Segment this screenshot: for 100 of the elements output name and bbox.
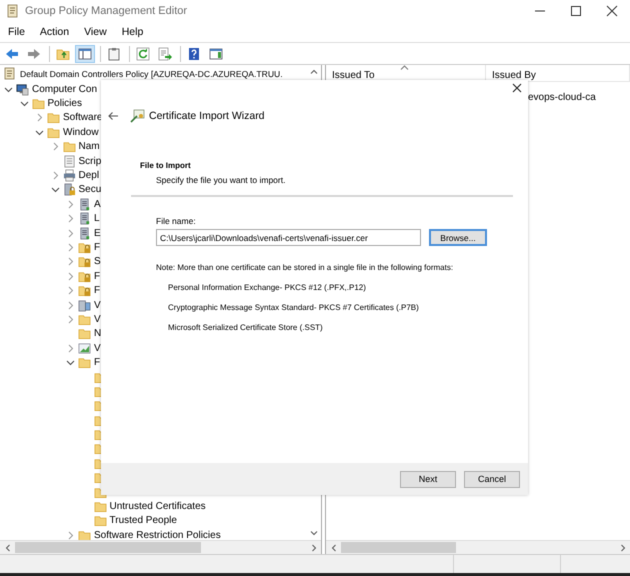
tree-item[interactable]: V	[94, 314, 101, 325]
dialog-title: Certificate Import Wizard	[149, 110, 265, 122]
printer-icon	[62, 169, 76, 182]
folder-icon	[78, 327, 91, 340]
folder-icon	[78, 356, 91, 370]
chevron-down-icon[interactable]	[4, 84, 13, 94]
chevron-right-icon[interactable]	[66, 286, 75, 296]
document-icon	[62, 154, 76, 168]
tree-item[interactable]: F	[94, 285, 100, 296]
tree-item[interactable]: Untrusted Certificates	[110, 501, 206, 512]
chevron-right-icon[interactable]	[66, 200, 75, 209]
tree-item[interactable]: A	[94, 198, 101, 210]
chevron-right-icon[interactable]	[66, 300, 75, 310]
server-icon	[78, 198, 91, 211]
scrollbar-thumb[interactable]	[341, 542, 456, 553]
scroll-left-icon[interactable]	[4, 544, 12, 552]
locked-folder-icon	[78, 240, 91, 254]
chevron-right-icon[interactable]	[50, 142, 60, 152]
tree-item[interactable]: Scrip	[78, 156, 102, 167]
toolbar-button[interactable]	[75, 44, 95, 62]
menu-item[interactable]: View	[78, 24, 113, 40]
close-icon[interactable]	[512, 83, 522, 93]
field-label: File name:	[156, 216, 197, 226]
tree-item[interactable]: N	[94, 328, 102, 340]
tree-item[interactable]: Software Restriction Policies	[94, 530, 221, 540]
chevron-right-icon[interactable]	[66, 314, 75, 324]
tree-item[interactable]: F	[94, 270, 100, 282]
menu-item[interactable]: Action	[34, 24, 76, 40]
scroll-right-icon[interactable]	[310, 544, 318, 552]
format-item: Cryptographic Message Syntax Standard- PKCS #7 Certificates (.P7B)	[168, 303, 420, 312]
dialog-button[interactable]: Next	[400, 470, 456, 488]
browse-button[interactable]: Browse...	[429, 229, 487, 246]
chevron-right-icon[interactable]	[66, 214, 75, 224]
tree-item[interactable]: Nam	[78, 141, 100, 152]
chevron-right-icon[interactable]	[50, 171, 60, 180]
action-pane-icon	[209, 46, 223, 60]
folder-icon	[94, 514, 106, 528]
server-icon	[78, 212, 91, 226]
tree-item[interactable]: F	[94, 242, 100, 253]
tree-item[interactable]: V	[94, 300, 101, 311]
scrollbar-thumb[interactable]	[15, 542, 201, 553]
folder-icon	[47, 111, 60, 124]
server-lock-icon	[62, 183, 76, 196]
scroll-down-icon[interactable]	[310, 529, 318, 537]
tree-item[interactable]: Policies	[48, 98, 82, 110]
chevron-down-icon[interactable]	[50, 185, 60, 194]
maximize-icon[interactable]	[568, 3, 584, 19]
folder-icon	[78, 312, 91, 326]
refresh-icon	[136, 46, 150, 60]
file-name-field[interactable]: C:\Users\jcarli\Downloads\venafi-certs\venafi-issuer.cer	[156, 229, 421, 246]
section-heading: File to Import	[140, 161, 192, 170]
locked-folder-icon	[78, 255, 91, 268]
folder-icon	[47, 126, 60, 139]
menu-item[interactable]: File	[2, 24, 31, 40]
tree-item[interactable]: E	[94, 228, 101, 239]
menu-item[interactable]: Help	[116, 24, 150, 40]
tree-item[interactable]: Software	[63, 112, 102, 124]
chevron-right-icon[interactable]	[66, 242, 75, 252]
export-list-icon	[158, 46, 172, 60]
folder-icon	[94, 500, 106, 514]
clipboard-icon	[107, 46, 121, 60]
chevron-right-icon[interactable]	[66, 257, 75, 266]
locked-folder-icon	[78, 270, 91, 283]
policy-scroll-icon	[3, 67, 16, 80]
folder-up-icon	[56, 46, 70, 60]
back-arrow-icon[interactable]	[107, 111, 119, 121]
chevron-right-icon[interactable]	[66, 228, 75, 238]
chevron-down-icon[interactable]	[35, 128, 44, 137]
tree-item[interactable]: S	[94, 256, 101, 268]
tree-item[interactable]: Depl	[78, 170, 100, 182]
tree-pane-icon	[78, 46, 92, 60]
tree-item[interactable]: Computer Con	[32, 84, 98, 95]
scroll-right-icon[interactable]	[618, 544, 626, 552]
scroll-up-icon[interactable]	[310, 68, 318, 76]
certificate-wizard-icon	[130, 109, 145, 123]
chevron-right-icon[interactable]	[35, 113, 44, 122]
section-description: Specify the file you want to import.	[156, 175, 286, 185]
tree-item[interactable]: L	[94, 213, 100, 224]
tree-item[interactable]: Trusted People	[110, 515, 177, 526]
dialog-button[interactable]: Cancel	[464, 470, 520, 488]
chevron-down-icon[interactable]	[66, 358, 75, 368]
tree-item[interactable]: Window	[63, 126, 99, 138]
tree-item[interactable]: V	[94, 342, 101, 354]
tree-root-label[interactable]: Default Domain Controllers Policy [AZUREQA-DC.AZUREQA.TRUU.	[20, 68, 283, 78]
chevron-down-icon[interactable]	[20, 99, 28, 108]
tree-item[interactable]: Secu	[78, 184, 102, 196]
chevron-right-icon[interactable]	[66, 344, 75, 353]
tree-item[interactable]: F	[94, 357, 100, 368]
back-arrow-icon	[5, 46, 19, 60]
chevron-right-icon[interactable]	[66, 530, 75, 540]
close-icon[interactable]	[604, 3, 620, 19]
folder-icon	[32, 97, 44, 110]
format-item: Microsoft Serialized Certificate Store (.SST)	[168, 323, 324, 332]
forward-arrow-icon	[27, 46, 41, 60]
window-title: Group Policy Management Editor	[25, 5, 188, 17]
chevron-right-icon[interactable]	[66, 272, 75, 281]
format-item: Personal Information Exchange- PKCS #12 (.PFX,.P12)	[168, 283, 367, 292]
table-cell-text: evops-cloud-ca	[527, 92, 596, 102]
note-text: Note: More than one certificate can be stored in a single file in the following formats:	[156, 263, 454, 272]
scroll-left-icon[interactable]	[330, 544, 338, 552]
